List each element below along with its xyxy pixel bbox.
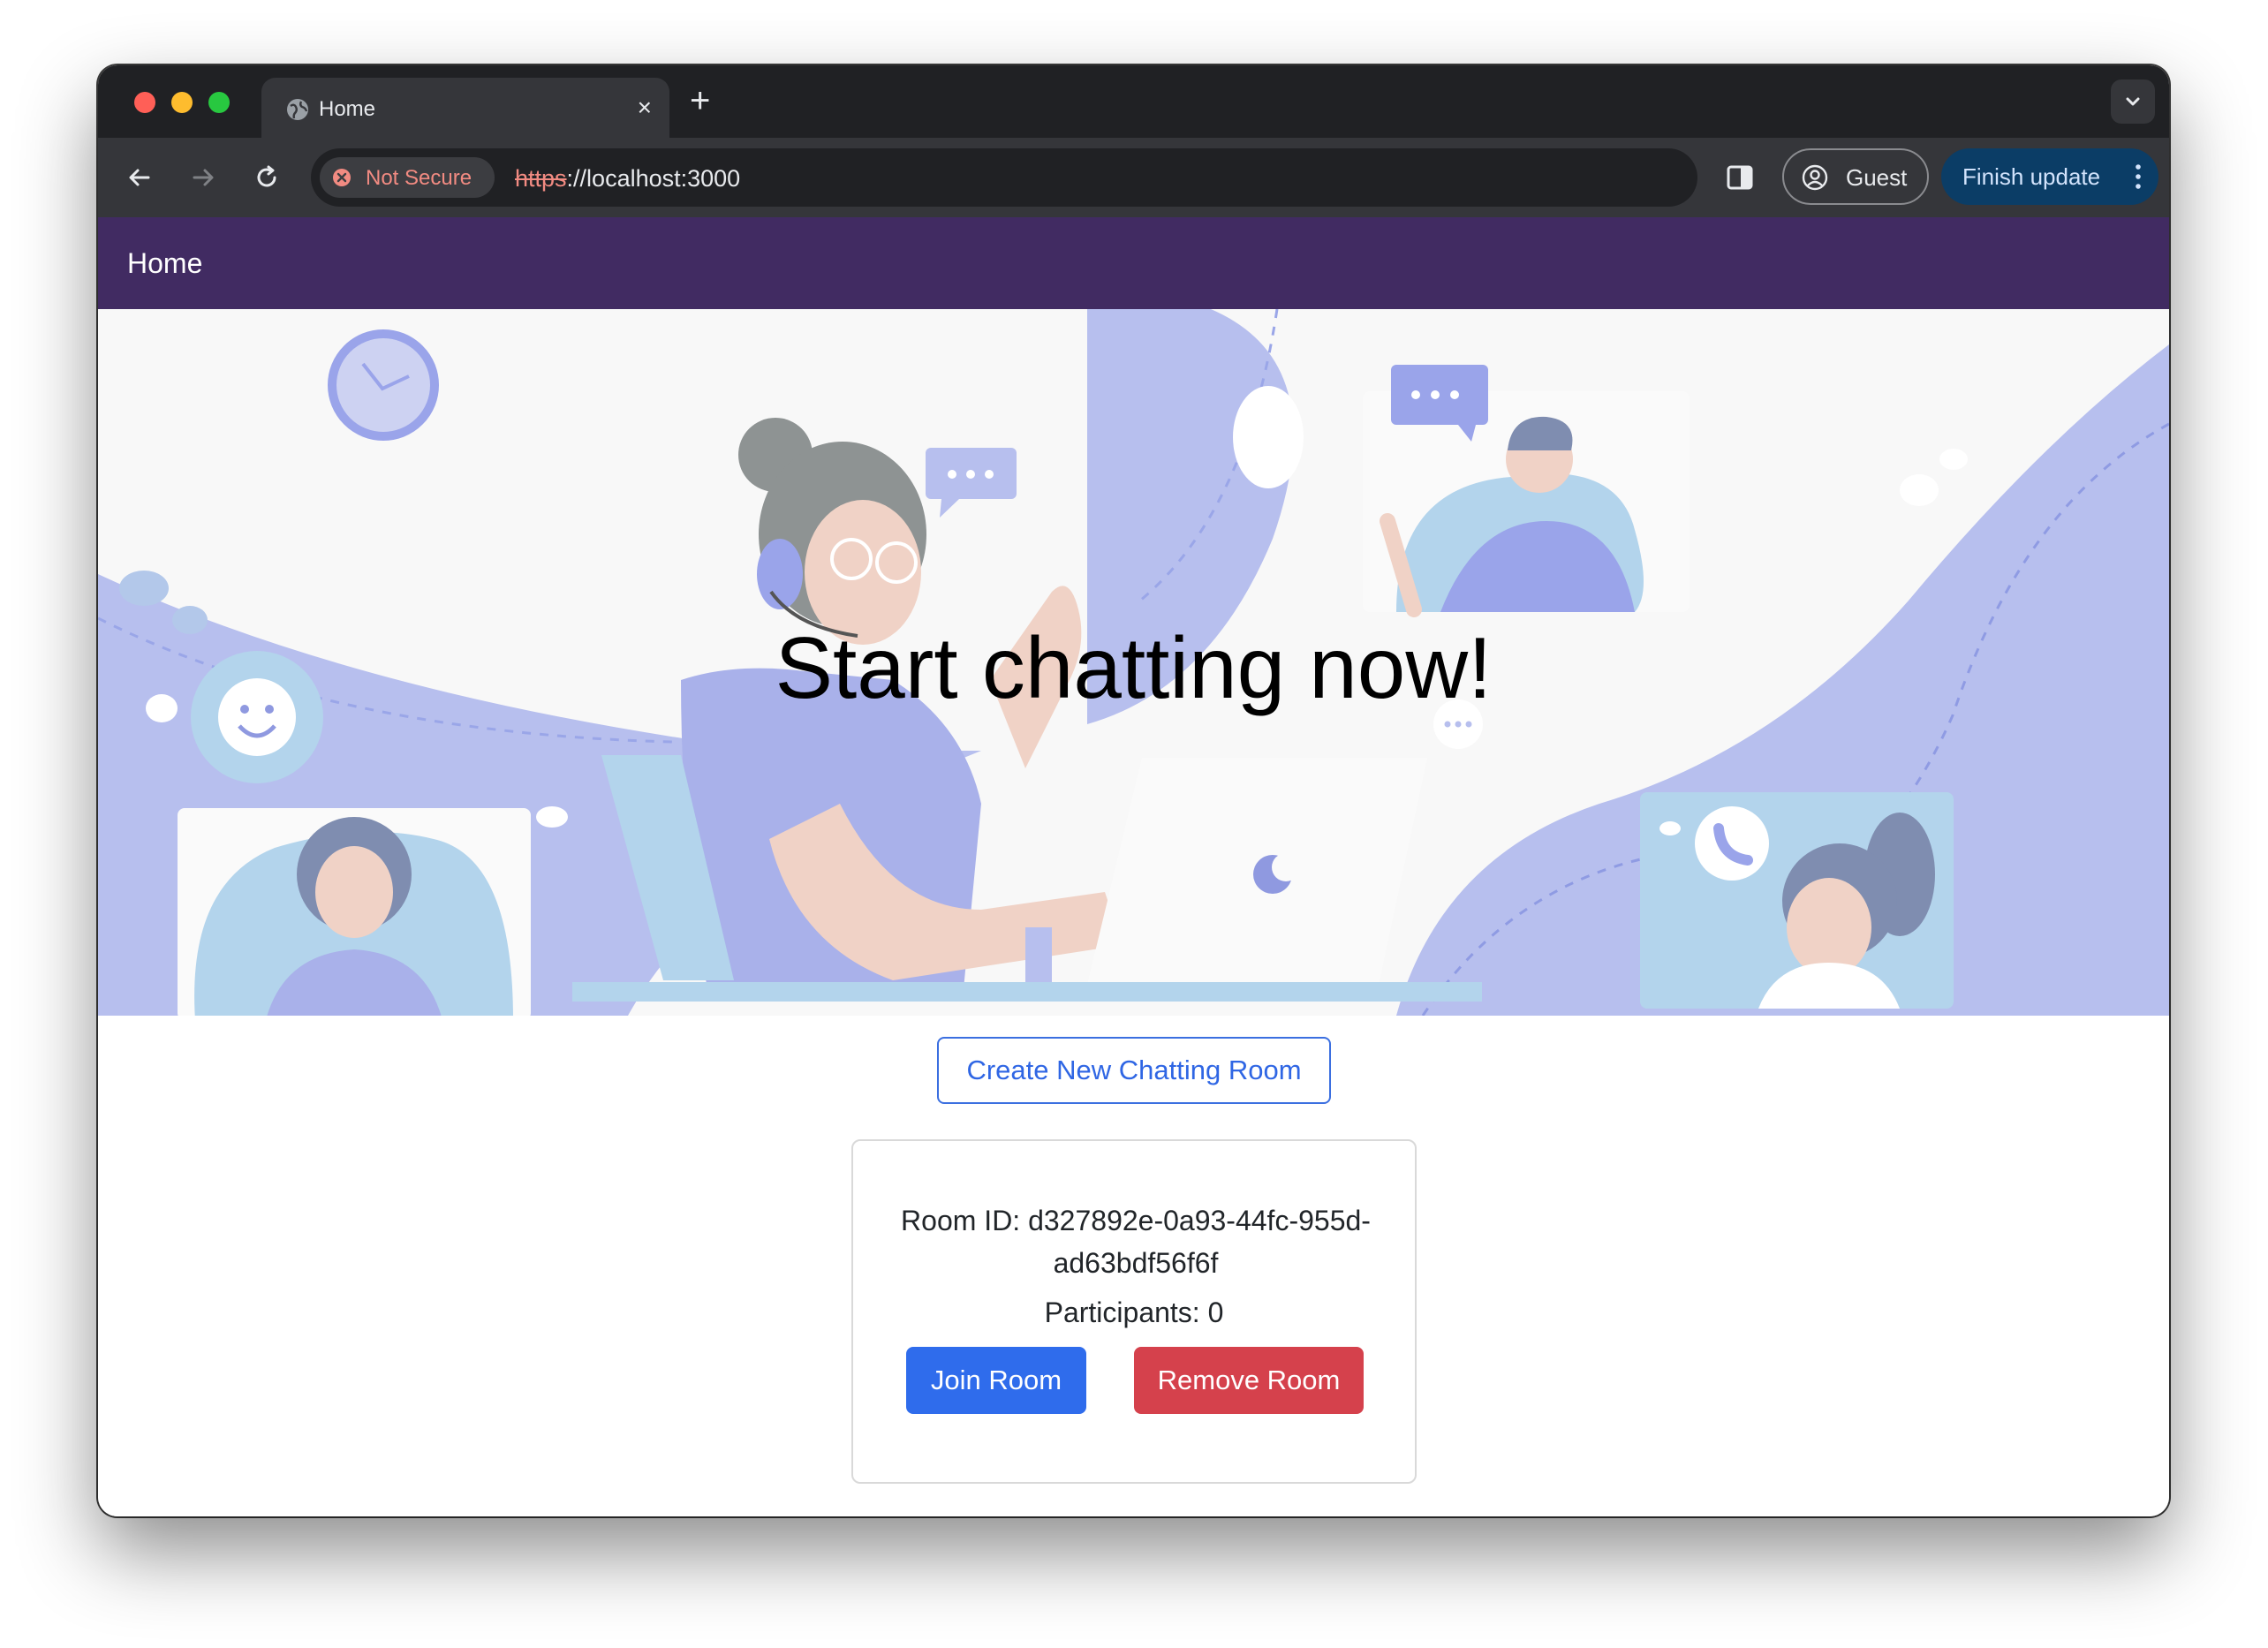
url-text[interactable]: https://localhost:3000 [515, 165, 740, 193]
room-id: Room ID: d327892e-0a93-44fc-955d-ad63bdf… [901, 1205, 1371, 1279]
profile-button[interactable]: Guest [1782, 148, 1929, 205]
toolbar: Not Secure https://localhost:3000 Guest … [98, 138, 2169, 217]
browser-window: Home × + Not Secure https://localhost:30… [98, 65, 2169, 1516]
address-bar[interactable]: Not Secure https://localhost:3000 [311, 148, 1697, 207]
forward-arrow-icon[interactable] [185, 160, 221, 195]
web-page: Home Start chatting now! Create New Chat… [98, 217, 2169, 1516]
navbar-brand[interactable]: Home [127, 247, 202, 280]
globe-icon [287, 99, 308, 120]
navbar: Home [98, 217, 2169, 309]
finish-update-button[interactable]: Finish update [1941, 148, 2158, 205]
hero-banner: Start chatting now! [98, 309, 2169, 1016]
room-card: Room ID: d327892e-0a93-44fc-955d-ad63bdf… [851, 1139, 1417, 1484]
tab-title: Home [319, 97, 376, 121]
tab-strip: Home × + [98, 65, 2169, 138]
profile-label: Guest [1846, 164, 1908, 191]
reload-icon[interactable] [249, 160, 284, 195]
tab-home[interactable]: Home × [261, 78, 669, 138]
side-panel-icon[interactable] [1725, 163, 1755, 193]
security-label: Not Secure [366, 166, 472, 190]
not-secure-icon [333, 169, 351, 186]
close-window-button[interactable] [134, 92, 155, 113]
remove-room-button[interactable]: Remove Room [1134, 1347, 1364, 1414]
zoom-window-button[interactable] [208, 92, 230, 113]
tab-search-button[interactable] [2111, 79, 2155, 124]
back-arrow-icon[interactable] [122, 160, 157, 195]
account-icon [1802, 164, 1828, 191]
url-scheme: https [515, 165, 567, 192]
security-chip[interactable]: Not Secure [320, 157, 495, 198]
join-room-button[interactable]: Join Room [906, 1347, 1086, 1414]
participants-count: Participants: 0 [1044, 1296, 1224, 1328]
close-icon[interactable]: × [638, 94, 652, 122]
chevron-down-icon [2126, 97, 2140, 106]
hero-title: Start chatting now! [775, 619, 1493, 716]
minimize-window-button[interactable] [171, 92, 193, 113]
plus-icon[interactable]: + [690, 81, 710, 120]
create-room-button[interactable]: Create New Chatting Room [937, 1037, 1331, 1104]
url-host: ://localhost:3000 [566, 165, 741, 192]
update-label: Finish update [1962, 163, 2101, 190]
more-vert-icon [2136, 164, 2141, 189]
